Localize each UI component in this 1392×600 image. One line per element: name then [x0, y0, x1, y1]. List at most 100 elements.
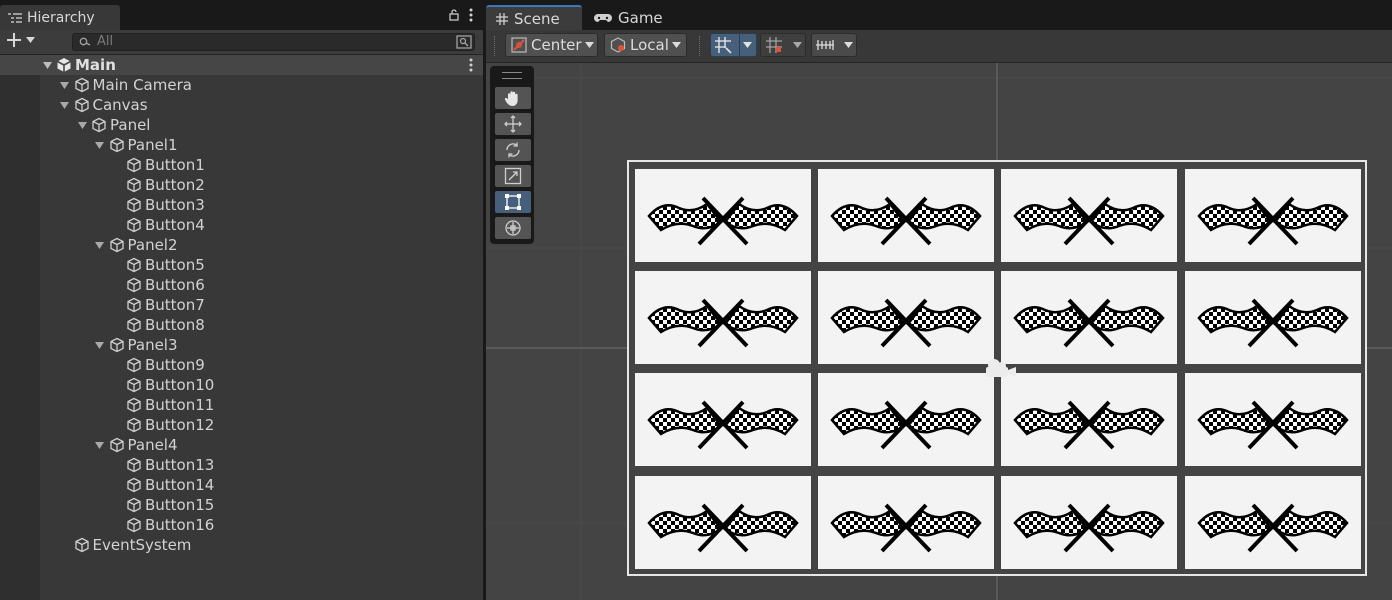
- hierarchy-item-row[interactable]: Button15: [0, 495, 483, 515]
- overlay-grip[interactable]: [502, 72, 522, 79]
- flag-button-card[interactable]: [1001, 271, 1177, 364]
- hierarchy-item-row[interactable]: Button2: [0, 175, 483, 195]
- hierarchy-item-row[interactable]: Button10: [0, 375, 483, 395]
- hierarchy-group-row[interactable]: Canvas: [0, 95, 483, 115]
- more-options-icon[interactable]: [469, 8, 473, 22]
- flag-button-card[interactable]: [1185, 476, 1361, 569]
- checkered-flags-icon: [1193, 493, 1353, 553]
- search-field[interactable]: All: [72, 33, 475, 51]
- chevron-down-icon[interactable]: [841, 34, 856, 56]
- hierarchy-item-row[interactable]: Button14: [0, 475, 483, 495]
- hierarchy-item-row[interactable]: Button3: [0, 195, 483, 215]
- flag-button-card[interactable]: [635, 476, 811, 569]
- flag-button-card[interactable]: [635, 373, 811, 466]
- grid-snap-toggle[interactable]: [710, 33, 757, 57]
- scene-viewport[interactable]: [486, 63, 1392, 600]
- expand-arrow-icon[interactable]: [95, 340, 105, 350]
- flag-button-card[interactable]: [1001, 373, 1177, 466]
- hierarchy-item-label: Button5: [145, 256, 205, 274]
- flag-button-card[interactable]: [1185, 271, 1361, 364]
- checkered-flags-icon: [1193, 390, 1353, 450]
- expand-arrow-icon[interactable]: [42, 60, 52, 70]
- hand-tool-button[interactable]: [495, 87, 531, 109]
- expand-arrow-icon[interactable]: [60, 80, 70, 90]
- grid-icon: [496, 12, 508, 25]
- hierarchy-group-row[interactable]: Panel4: [0, 435, 483, 455]
- hierarchy-item-label: Panel1: [127, 136, 178, 154]
- chevron-down-icon[interactable]: [738, 34, 756, 56]
- search-placeholder: All: [97, 34, 114, 49]
- ruler-snap-dropdown[interactable]: [811, 33, 857, 57]
- pivot-center-dropdown[interactable]: Center: [505, 33, 598, 57]
- move-tool-button[interactable]: [495, 113, 531, 135]
- hierarchy-group-row[interactable]: Panel2: [0, 235, 483, 255]
- hierarchy-item-row[interactable]: Button6: [0, 275, 483, 295]
- arrow-spacer: [112, 300, 122, 310]
- search-type-icon[interactable]: [456, 35, 472, 49]
- hierarchy-group-row[interactable]: Panel3: [0, 335, 483, 355]
- hierarchy-item-row[interactable]: Button9: [0, 355, 483, 375]
- gameobject-cube-icon: [109, 137, 125, 153]
- expand-arrow-icon[interactable]: [77, 120, 87, 130]
- flag-button-card[interactable]: [635, 169, 811, 262]
- rect-tool-button[interactable]: [495, 191, 531, 213]
- hierarchy-group-row[interactable]: Panel1: [0, 135, 483, 155]
- flag-button-card[interactable]: [1001, 169, 1177, 262]
- tab-scene[interactable]: Scene: [486, 5, 582, 30]
- chevron-down-icon: [584, 42, 594, 48]
- increment-snap-toggle[interactable]: [760, 33, 806, 57]
- flag-button-card[interactable]: [1001, 476, 1177, 569]
- arrow-spacer: [60, 540, 70, 550]
- scene-panel: Scene Game Center Local: [486, 0, 1392, 600]
- camera-gizmo-icon[interactable]: [982, 357, 1018, 381]
- toolbar-grip[interactable]: [494, 36, 497, 56]
- flag-button-card[interactable]: [818, 373, 994, 466]
- hierarchy-item-row[interactable]: Button11: [0, 395, 483, 415]
- arrow-spacer: [112, 160, 122, 170]
- flag-button-card[interactable]: [818, 271, 994, 364]
- scene-more-icon[interactable]: [469, 58, 473, 72]
- gameobject-cube-icon: [74, 97, 90, 113]
- create-button[interactable]: [6, 32, 35, 48]
- rotate-tool-button[interactable]: [495, 139, 531, 161]
- expand-arrow-icon[interactable]: [60, 100, 70, 110]
- unity-scene-icon: [56, 57, 72, 73]
- rotate-icon: [504, 141, 522, 159]
- hierarchy-item-row[interactable]: EventSystem: [0, 535, 483, 555]
- arrow-spacer: [112, 500, 122, 510]
- hierarchy-item-row[interactable]: Button13: [0, 455, 483, 475]
- flag-button-card[interactable]: [818, 476, 994, 569]
- pivot-icon: [510, 36, 528, 54]
- flag-button-card[interactable]: [635, 271, 811, 364]
- flag-button-card[interactable]: [1185, 169, 1361, 262]
- gameobject-cube-icon: [126, 477, 142, 493]
- hierarchy-group-row[interactable]: Panel: [0, 115, 483, 135]
- gameobject-cube-icon: [126, 317, 142, 333]
- expand-arrow-icon[interactable]: [95, 140, 105, 150]
- scale-tool-button[interactable]: [495, 165, 531, 187]
- hierarchy-item-row[interactable]: Button5: [0, 255, 483, 275]
- hierarchy-group-row[interactable]: Main Camera: [0, 75, 483, 95]
- gameobject-cube-icon: [126, 517, 142, 533]
- expand-arrow-icon[interactable]: [95, 240, 105, 250]
- tab-hierarchy[interactable]: Hierarchy: [0, 5, 120, 30]
- hierarchy-item-label: Panel3: [127, 336, 178, 354]
- hierarchy-item-row[interactable]: Button4: [0, 215, 483, 235]
- hierarchy-item-label: Panel: [110, 116, 151, 134]
- tab-game[interactable]: Game: [584, 5, 674, 30]
- arrow-spacer: [112, 420, 122, 430]
- hierarchy-item-row[interactable]: Button12: [0, 415, 483, 435]
- space-local-dropdown[interactable]: Local: [604, 33, 687, 57]
- lock-icon[interactable]: [449, 9, 459, 21]
- arrow-spacer: [112, 400, 122, 410]
- hierarchy-item-row[interactable]: Button8: [0, 315, 483, 335]
- expand-arrow-icon[interactable]: [95, 440, 105, 450]
- hierarchy-item-row[interactable]: Button7: [0, 295, 483, 315]
- hierarchy-item-row[interactable]: Button16: [0, 515, 483, 535]
- transform-tool-button[interactable]: [495, 217, 531, 239]
- scene-row[interactable]: Main: [0, 55, 483, 75]
- flag-button-card[interactable]: [1185, 373, 1361, 466]
- hierarchy-item-row[interactable]: Button1: [0, 155, 483, 175]
- flag-button-card[interactable]: [818, 169, 994, 262]
- chevron-down-icon[interactable]: [790, 34, 805, 56]
